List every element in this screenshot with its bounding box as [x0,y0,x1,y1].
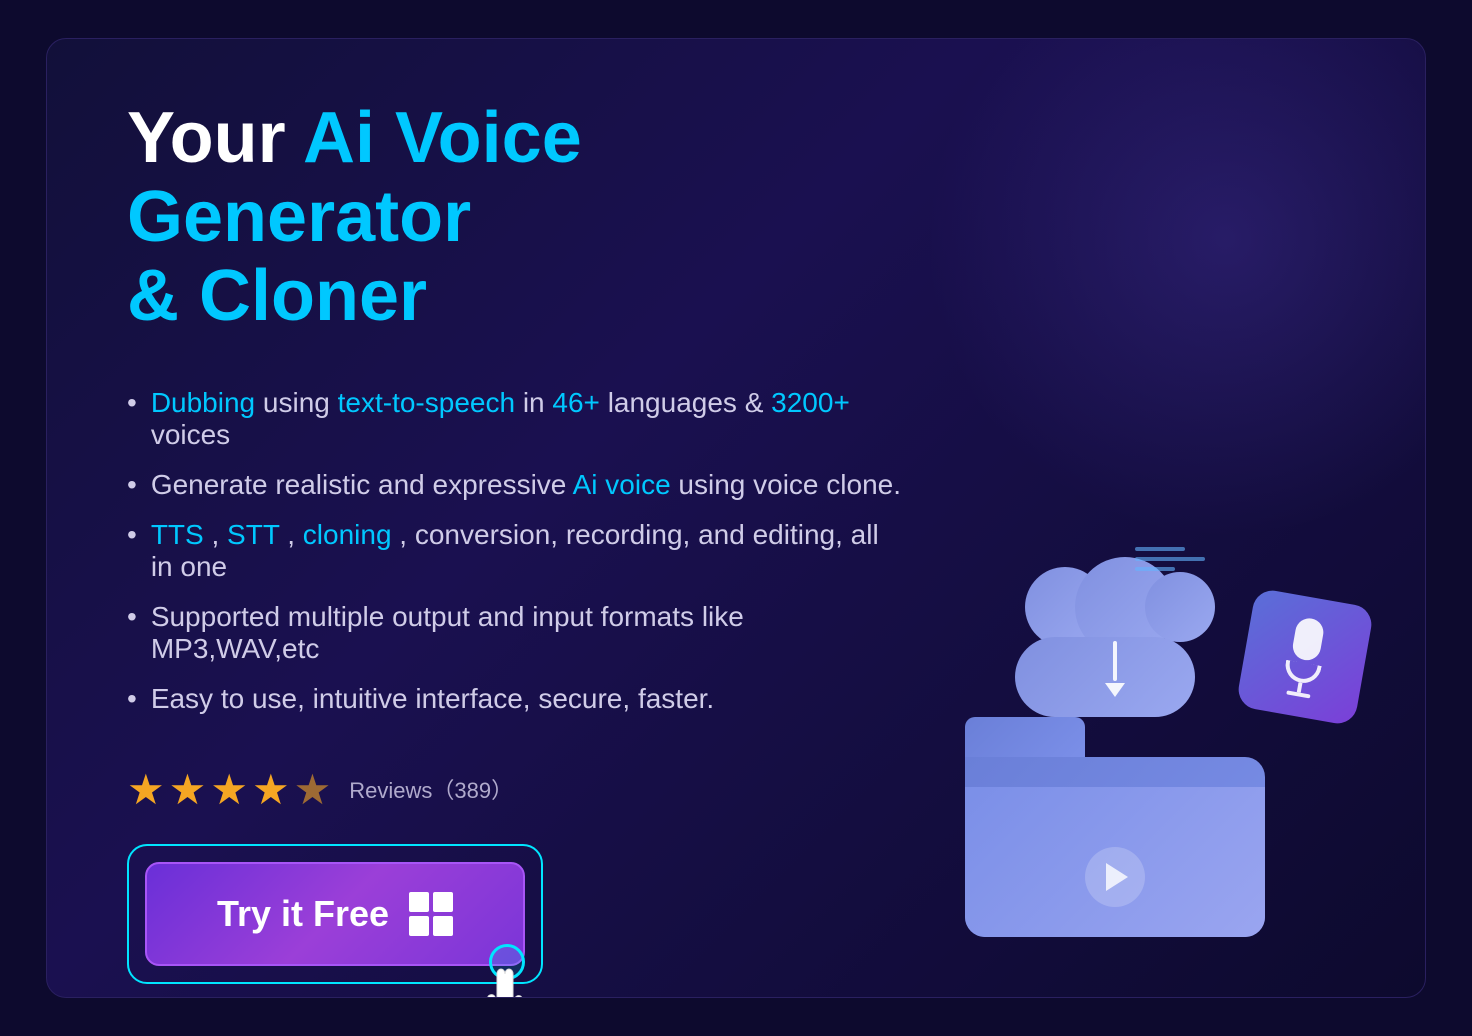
arrow-line [1113,641,1117,681]
feature-item-1: Dubbing using text-to-speech in 46+ lang… [127,387,907,451]
reviews-row: ★ ★ ★ ★ ★ Reviews（389） [127,765,907,814]
main-container: Your Ai Voice Generator & Cloner Dubbing… [46,38,1426,998]
features-list: Dubbing using text-to-speech in 46+ lang… [127,387,907,715]
mic-arc [1283,659,1322,685]
headline-prefix: Your [127,98,303,178]
mic-body [1291,616,1326,662]
star-1: ★ [127,765,165,814]
star-rating: ★ ★ ★ ★ ★ [127,765,331,814]
reviews-label: Reviews（389） [349,773,513,805]
feature-2-text1: Generate realistic and expressive [151,469,573,500]
folder-front [965,787,1265,937]
feature-3-comma1: , [211,519,227,550]
illustration-area [905,537,1385,957]
feature-2-text2: using voice clone. [678,469,901,500]
play-triangle-icon [1106,863,1128,891]
feature-1-text1: using [263,387,338,418]
windows-icon [409,892,453,936]
cloud-bump3 [1145,572,1215,642]
star-5-half: ★ [294,765,332,814]
mic-card-illustration [1235,587,1374,726]
sound-waves [1135,547,1205,571]
mic-pole [1297,682,1303,693]
wave-line-2 [1135,557,1205,561]
feature-1-text3: languages & [608,387,771,418]
mic-icon [1280,615,1329,699]
feature-item-5: Easy to use, intuitive interface, secure… [127,683,907,715]
feature-3-tts: TTS [151,519,204,550]
feature-1-text2: in [523,387,553,418]
wave-line-1 [1135,547,1185,551]
hand-cursor-icon [477,964,537,998]
arrow-head [1105,683,1125,697]
feature-item-4: Supported multiple output and input form… [127,601,907,665]
star-3: ★ [210,765,248,814]
feature-3-stt: STT [227,519,279,550]
feature-1-dubbing: Dubbing [151,387,255,418]
folder-illustration [965,717,1265,937]
cursor-hand [467,944,547,998]
feature-1-46: 46+ [552,387,600,418]
feature-4-text: Supported multiple output and input form… [151,601,907,665]
feature-1-3200: 3200+ [771,387,850,418]
feature-1-tts: text-to-speech [338,387,515,418]
mic-stand [1280,659,1321,699]
headline-cloner: & Cloner [127,257,907,336]
wave-line-3 [1135,567,1175,571]
feature-3-cloning: cloning [303,519,392,550]
feature-item-2: Generate realistic and expressive Ai voi… [127,469,907,501]
feature-1-text4: voices [151,419,230,450]
feature-item-3: TTS , STT , cloning , conversion, record… [127,519,907,583]
download-arrow [1105,641,1125,697]
feature-2-aivoice: Ai voice [573,469,671,500]
star-2: ★ [169,765,207,814]
folder-tab [965,717,1085,757]
feature-3-comma2: , [287,519,303,550]
cta-button-text: Try it Free [217,893,389,935]
content-left: Your Ai Voice Generator & Cloner Dubbing… [127,99,907,984]
cloud-download-illustration [1005,557,1225,737]
headline: Your Ai Voice Generator & Cloner [127,99,907,337]
feature-5-text: Easy to use, intuitive interface, secure… [151,683,714,715]
star-4: ★ [252,765,290,814]
play-button-folder [1085,847,1145,907]
cta-wrapper: Try it Free [127,844,543,984]
